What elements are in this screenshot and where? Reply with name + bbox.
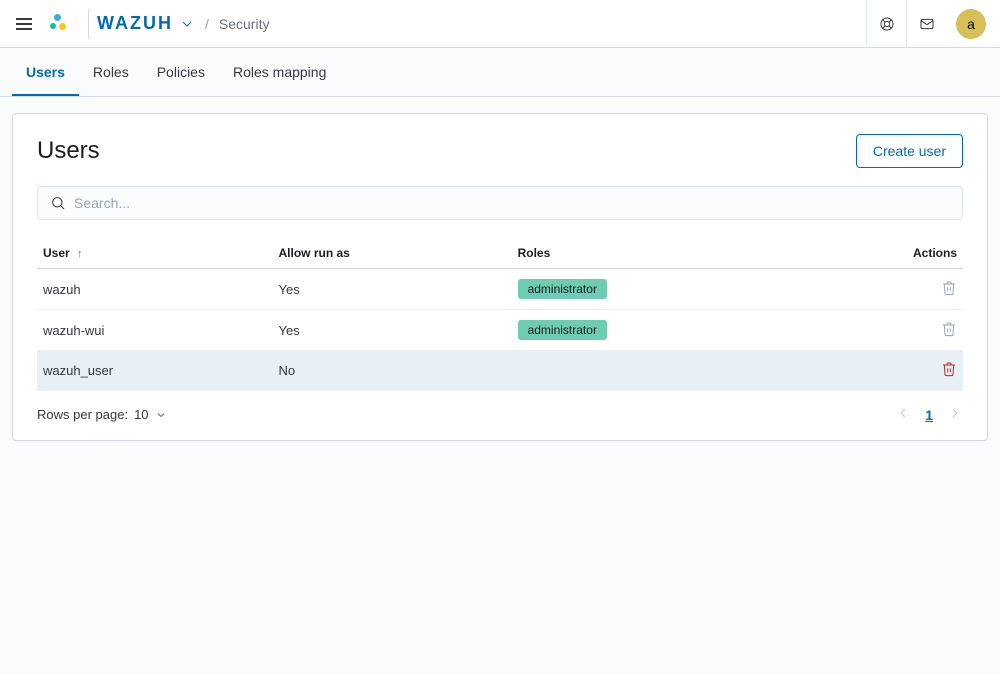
cell-actions [802, 351, 963, 391]
search-field[interactable] [37, 186, 963, 220]
delete-user-button[interactable] [941, 361, 957, 377]
trash-icon [941, 321, 957, 337]
notifications-button[interactable] [906, 0, 946, 48]
security-tabs: UsersRolesPoliciesRoles mapping [0, 48, 1000, 97]
role-badge: administrator [518, 279, 607, 299]
user-avatar[interactable]: a [956, 9, 986, 39]
col-user[interactable]: User ↑ [37, 238, 273, 269]
rows-value: 10 [134, 407, 148, 422]
cell-allow-run-as: Yes [273, 310, 512, 351]
breadcrumb-separator: / [205, 16, 209, 32]
next-page[interactable] [947, 405, 963, 424]
prev-page[interactable] [895, 405, 911, 424]
app-brand[interactable]: WAZUH [97, 13, 195, 34]
cell-user: wazuh-wui [37, 310, 273, 351]
tab-roles-mapping[interactable]: Roles mapping [219, 48, 340, 96]
panel-title: Users [37, 137, 100, 165]
tab-policies[interactable]: Policies [143, 48, 219, 96]
cell-actions [802, 269, 963, 310]
users-panel: Users Create user User ↑ Allow run as Ro… [12, 113, 988, 441]
create-user-button[interactable]: Create user [856, 134, 963, 168]
search-icon [50, 195, 66, 211]
cell-user: wazuh [37, 269, 273, 310]
tab-roles[interactable]: Roles [79, 48, 143, 96]
rows-label: Rows per page: [37, 407, 128, 422]
col-allow-run-as[interactable]: Allow run as [273, 238, 512, 269]
cell-user: wazuh_user [37, 351, 273, 391]
table-row[interactable]: wazuh_userNo [37, 351, 963, 391]
col-roles[interactable]: Roles [512, 238, 803, 269]
kibana-logo [50, 14, 70, 34]
mail-icon [919, 16, 935, 32]
col-actions: Actions [802, 238, 963, 269]
divider [88, 9, 89, 39]
cell-allow-run-as: No [273, 351, 512, 391]
cell-roles: administrator [512, 269, 803, 310]
cell-actions [802, 310, 963, 351]
rows-per-page[interactable]: Rows per page: 10 [37, 407, 167, 422]
table-row[interactable]: wazuhYes administrator [37, 269, 963, 310]
delete-user-button[interactable] [941, 321, 957, 337]
breadcrumb: Security [219, 16, 270, 32]
chevron-down-icon [155, 409, 167, 421]
search-input[interactable] [74, 195, 950, 211]
lifebuoy-icon [879, 16, 895, 32]
chevron-down-icon [179, 16, 195, 32]
delete-user-button[interactable] [941, 280, 957, 296]
cell-roles [512, 351, 803, 391]
page-number[interactable]: 1 [925, 407, 933, 423]
trash-icon [941, 361, 957, 377]
avatar-letter: a [967, 16, 975, 32]
pagination: 1 [895, 405, 963, 424]
users-tbody: wazuhYes administrator wazuh-wuiYes adminis… [37, 269, 963, 391]
trash-icon [941, 280, 957, 296]
chevron-left-icon [895, 405, 911, 421]
users-table: User ↑ Allow run as Roles Actions wazuhY… [37, 238, 963, 391]
cell-roles: administrator [512, 310, 803, 351]
chevron-right-icon [947, 405, 963, 421]
role-badge: administrator [518, 320, 607, 340]
menu-toggle[interactable] [8, 8, 40, 40]
sort-asc-icon: ↑ [77, 248, 83, 260]
cell-allow-run-as: Yes [273, 269, 512, 310]
tab-users[interactable]: Users [12, 48, 79, 96]
table-row[interactable]: wazuh-wuiYes administrator [37, 310, 963, 351]
help-button[interactable] [866, 0, 906, 48]
brand-text: WAZUH [97, 13, 173, 34]
